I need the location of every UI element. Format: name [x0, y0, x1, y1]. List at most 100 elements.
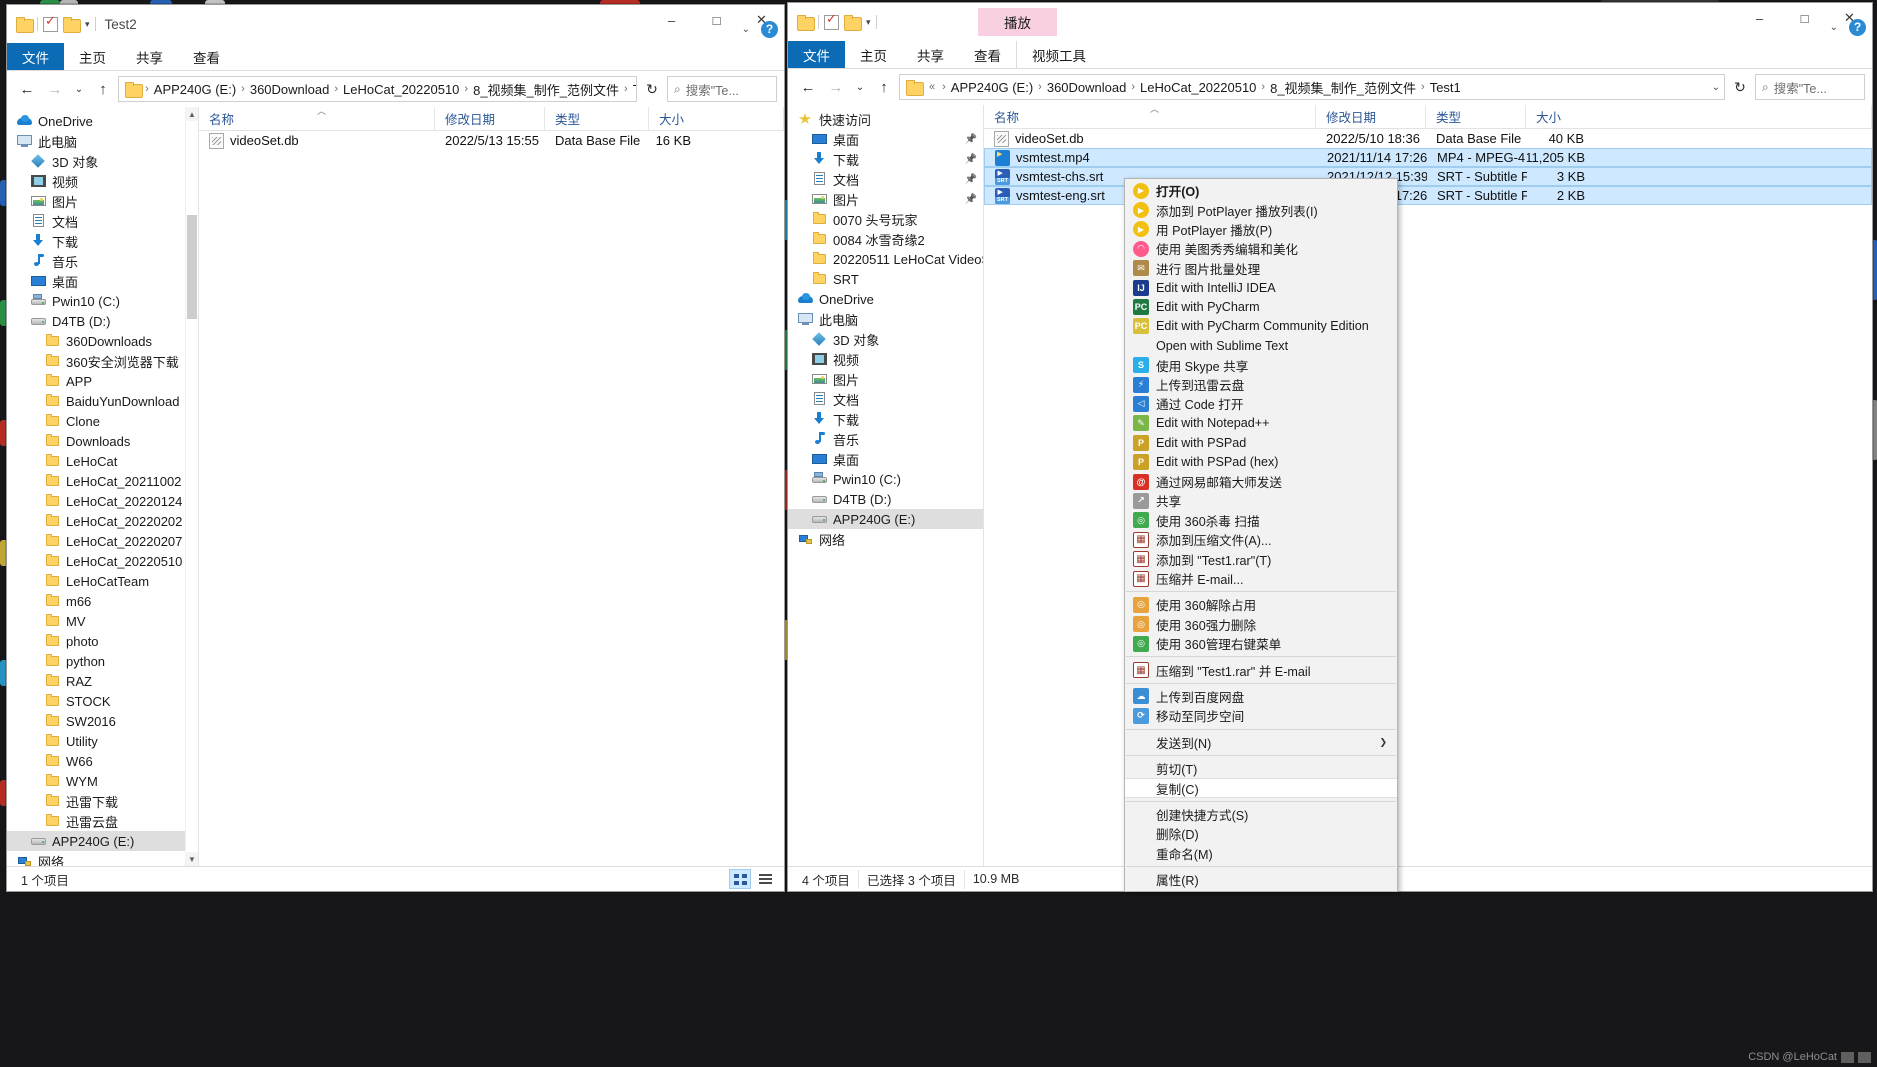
forward-button[interactable]: →: [823, 74, 849, 100]
tree-item-wym[interactable]: WYM: [7, 771, 185, 791]
ribbon-tabs-right[interactable]: 文件 主页 共享 查看 视频工具 ⌄ ?: [788, 18, 1872, 69]
grid-view-button[interactable]: [729, 869, 751, 889]
tree-item-lehocat-20220124[interactable]: LeHoCat_20220124: [7, 491, 185, 511]
menu-item-share-icon[interactable]: ↗ 共享: [1125, 491, 1397, 510]
column-header-2[interactable]: 类型: [1426, 105, 1526, 128]
explorer-window-test2[interactable]: ▾ Test2 – □ ✕ 文件 主页 共享 查看 ⌄ ? ← → ⌄ ↑ « …: [6, 4, 785, 892]
breadcrumb-right[interactable]: « › APP240G (E:) › 360Download › LeHoCat…: [899, 74, 1725, 100]
menu-item-blank-icon[interactable]: 属性(R): [1125, 870, 1397, 889]
tree-item-[interactable]: 桌面: [788, 449, 983, 469]
checklist-icon[interactable]: [43, 14, 58, 32]
search-input[interactable]: 搜索"Te...: [1774, 78, 1827, 97]
tree-item-[interactable]: 快速访问: [788, 109, 983, 129]
maximize-button[interactable]: □: [694, 5, 739, 35]
search-input[interactable]: 搜索"Te...: [686, 80, 739, 99]
tree-item-d4tb-d[interactable]: D4TB (D:): [788, 489, 983, 509]
tree-item-lehocat[interactable]: LeHoCat: [7, 451, 185, 471]
recent-locations-button[interactable]: ⌄: [70, 76, 88, 102]
breadcrumb-left[interactable]: « › APP240G (E:) › 360Download › LeHoCat…: [118, 76, 637, 102]
tree-item-app[interactable]: APP: [7, 371, 185, 391]
menu-item-intellij-icon[interactable]: IJ Edit with IntelliJ IDEA: [1125, 278, 1397, 297]
breadcrumb-item-0[interactable]: APP240G (E:): [951, 80, 1033, 95]
menu-item-winrar-icon[interactable]: ▦ 添加到压缩文件(A)...: [1125, 530, 1397, 549]
breadcrumb-item-4[interactable]: Test1: [1430, 80, 1461, 95]
menu-item-blank-icon[interactable]: 重命名(M): [1125, 844, 1397, 863]
menu-item-pycharm-ce-icon[interactable]: PC Edit with PyCharm Community Edition: [1125, 317, 1397, 336]
checklist-icon[interactable]: [824, 12, 839, 30]
breadcrumb-item-2[interactable]: LeHoCat_20220510: [343, 82, 459, 97]
tree-item-[interactable]: 此电脑: [788, 309, 983, 329]
tree-item-m66[interactable]: m66: [7, 591, 185, 611]
address-bar-left[interactable]: ← → ⌄ ↑ « › APP240G (E:) › 360Download ›…: [7, 71, 784, 107]
pin-icon[interactable]: 📌: [965, 174, 977, 185]
table-row[interactable]: videoSet.db 2022/5/13 15:55 Data Base File…: [199, 131, 784, 150]
tree-item-[interactable]: 文档 📌: [788, 169, 983, 189]
column-header-0[interactable]: 名称 ︿: [199, 107, 435, 130]
tab-share[interactable]: 共享: [902, 41, 959, 68]
file-list-pane-right[interactable]: 名称 ︿ 修改日期 类型 大小 videoSet.db 2022/5/10 18:36 Da…: [984, 105, 1872, 866]
tree-item-[interactable]: 音乐: [7, 251, 185, 271]
cell-name[interactable]: videoSet.db: [199, 132, 435, 149]
tab-file[interactable]: 文件: [7, 43, 64, 70]
tree-item-[interactable]: 视频: [788, 349, 983, 369]
tree-item-srt[interactable]: SRT: [788, 269, 983, 289]
file-context-menu[interactable]: ▶ 打开(O) ▶ 添加到 PotPlayer 播放列表(I) ▶ 用 PotPlayer…: [1124, 178, 1398, 893]
recent-locations-button[interactable]: ⌄: [851, 74, 869, 100]
breadcrumb-item-1[interactable]: 360Download: [250, 82, 330, 97]
tree-item-app240g-e[interactable]: APP240G (E:): [7, 831, 185, 851]
table-row[interactable]: vsmtest-chs.srt2021/12/12 15:39SRT - Sub…: [984, 167, 1872, 186]
tree-item-3d[interactable]: 3D 对象: [788, 329, 983, 349]
tree-item-mv[interactable]: MV: [7, 611, 185, 631]
submenu-chevron-icon[interactable]: ❯: [1357, 737, 1387, 748]
tree-item-[interactable]: 网络: [7, 851, 185, 866]
tree-item-lehocatteam[interactable]: LeHoCatTeam: [7, 571, 185, 591]
tab-home[interactable]: 主页: [845, 41, 902, 68]
tree-item-[interactable]: 迅雷下载: [7, 791, 185, 811]
quick-access-toolbar-right[interactable]: ▾: [788, 12, 877, 31]
view-buttons-left[interactable]: [729, 869, 778, 889]
folder-tree-left[interactable]: OneDrive 此电脑 3D 对象 视频 图片 文档 下载 音乐 桌面 Pwin10 (C:) D…: [7, 107, 185, 866]
tree-item-raz[interactable]: RAZ: [7, 671, 185, 691]
list-view-button[interactable]: [754, 869, 776, 889]
breadcrumb-item-3[interactable]: 8_视频集_制作_范例文件: [473, 80, 619, 99]
ribbon-tabs-left[interactable]: 文件 主页 共享 查看 ⌄ ?: [7, 20, 784, 71]
tree-item-360downloads[interactable]: 360Downloads: [7, 331, 185, 351]
pin-icon[interactable]: 📌: [965, 154, 977, 165]
menu-item-baidu-netdisk-icon[interactable]: ☁ 上传到百度网盘: [1125, 687, 1397, 706]
tree-item-0084-2[interactable]: 0084 冰雪奇缘2: [788, 229, 983, 249]
tab-view[interactable]: 查看: [959, 41, 1016, 68]
tree-item-[interactable]: 桌面 📌: [788, 129, 983, 149]
breadcrumb-overflow[interactable]: «: [927, 81, 937, 93]
minimize-button[interactable]: –: [1737, 3, 1782, 33]
tree-item-[interactable]: 图片: [7, 191, 185, 211]
menu-item-blank-icon[interactable]: 删除(D): [1125, 824, 1397, 843]
menu-item-pycharm-icon[interactable]: PC Edit with PyCharm: [1125, 297, 1397, 316]
maximize-button[interactable]: □: [1782, 3, 1827, 33]
caret-up-icon[interactable]: ▲: [186, 107, 198, 121]
chevron-down-icon[interactable]: ⌄: [1706, 82, 1720, 93]
chevron-down-icon[interactable]: ▾: [866, 17, 871, 28]
tree-item-[interactable]: 桌面: [7, 271, 185, 291]
navigation-pane-right[interactable]: 快速访问 桌面 📌 下载 📌 文档 📌 图片 📌 0070 头号玩家 0084 冰雪奇缘2 20220…: [788, 105, 984, 866]
breadcrumb-item-3[interactable]: 8_视频集_制作_范例文件: [1270, 78, 1416, 97]
tree-item-[interactable]: 此电脑: [7, 131, 185, 151]
file-list-pane-left[interactable]: 名称 ︿ 修改日期 类型 大小 videoSet.db 2022/5/13 15:55 Da…: [199, 107, 784, 866]
tab-view[interactable]: 查看: [178, 43, 235, 70]
tree-item-[interactable]: 网络: [788, 529, 983, 549]
menu-item-potplayer-icon[interactable]: ▶ 用 PotPlayer 播放(P): [1125, 220, 1397, 239]
tree-item-lehocat-20220202[interactable]: LeHoCat_20220202: [7, 511, 185, 531]
tree-item-app240g-e[interactable]: APP240G (E:): [788, 509, 983, 529]
tree-item-lehocat-20220207[interactable]: LeHoCat_20220207: [7, 531, 185, 551]
menu-item-sync-folder-icon[interactable]: ⟳ 移动至同步空间: [1125, 706, 1397, 725]
chevron-down-icon[interactable]: ▾: [85, 19, 90, 30]
table-row[interactable]: vsmtest-eng.srt2021/11/14 17:26SRT - Sub…: [984, 186, 1872, 205]
menu-item-360-unlock-icon[interactable]: ◎ 使用 360解除占用: [1125, 595, 1397, 614]
menu-item-winrar-mail-icon[interactable]: ▦ 压缩到 "Test1.rar" 并 E-mail: [1125, 660, 1397, 679]
scrollbar-thumb[interactable]: [187, 215, 197, 319]
tree-item-utility[interactable]: Utility: [7, 731, 185, 751]
tree-item-clone[interactable]: Clone: [7, 411, 185, 431]
column-headers-left[interactable]: 名称 ︿ 修改日期 类型 大小: [199, 107, 784, 131]
menu-item-skype-icon[interactable]: S 使用 Skype 共享: [1125, 356, 1397, 375]
breadcrumb-item-2[interactable]: LeHoCat_20220510: [1140, 80, 1256, 95]
minimize-button[interactable]: –: [649, 5, 694, 35]
